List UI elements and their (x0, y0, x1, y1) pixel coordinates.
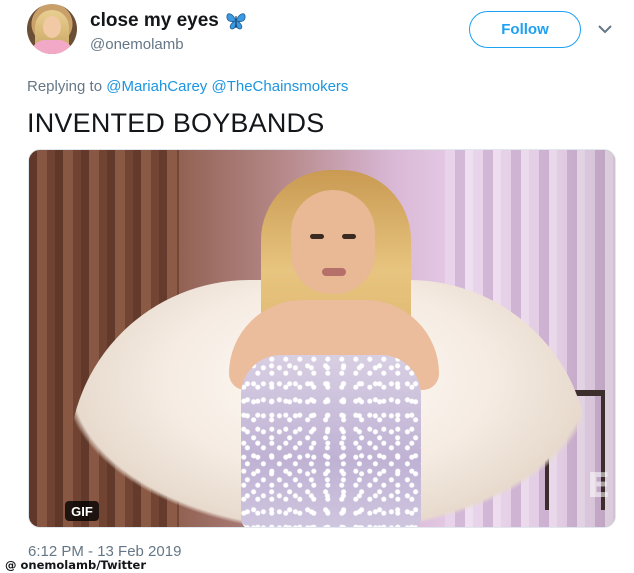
reply-context: Replying to @MariahCarey @TheChainsmoker… (27, 78, 348, 95)
tweet-text: INVENTED BOYBANDS (27, 108, 325, 138)
follow-button[interactable]: Follow (469, 11, 581, 48)
lips (322, 268, 346, 276)
gif-media[interactable]: E GIF (28, 149, 616, 528)
chevron-down-icon[interactable] (598, 24, 612, 34)
handle[interactable]: @onemolamb (90, 36, 184, 53)
face (291, 190, 375, 294)
network-watermark: E (587, 466, 611, 506)
tweet-card: close my eyes @onemolamb Follow Replying… (0, 0, 634, 573)
gif-badge: GIF (65, 501, 99, 521)
name-row: close my eyes (90, 10, 247, 32)
mention-link[interactable]: @TheChainsmokers (211, 78, 348, 95)
avatar[interactable] (27, 4, 77, 54)
reply-prefix: Replying to (27, 78, 103, 95)
photo-credit: @ onemolamb/Twitter (0, 558, 152, 573)
sequin-dress (241, 355, 421, 527)
avatar-face (43, 16, 61, 38)
mention-link[interactable]: @MariahCarey (106, 78, 207, 95)
eye (342, 234, 356, 239)
butterfly-icon (226, 13, 246, 30)
display-name[interactable]: close my eyes (90, 10, 219, 32)
avatar-shirt (31, 40, 73, 54)
eye (310, 234, 324, 239)
